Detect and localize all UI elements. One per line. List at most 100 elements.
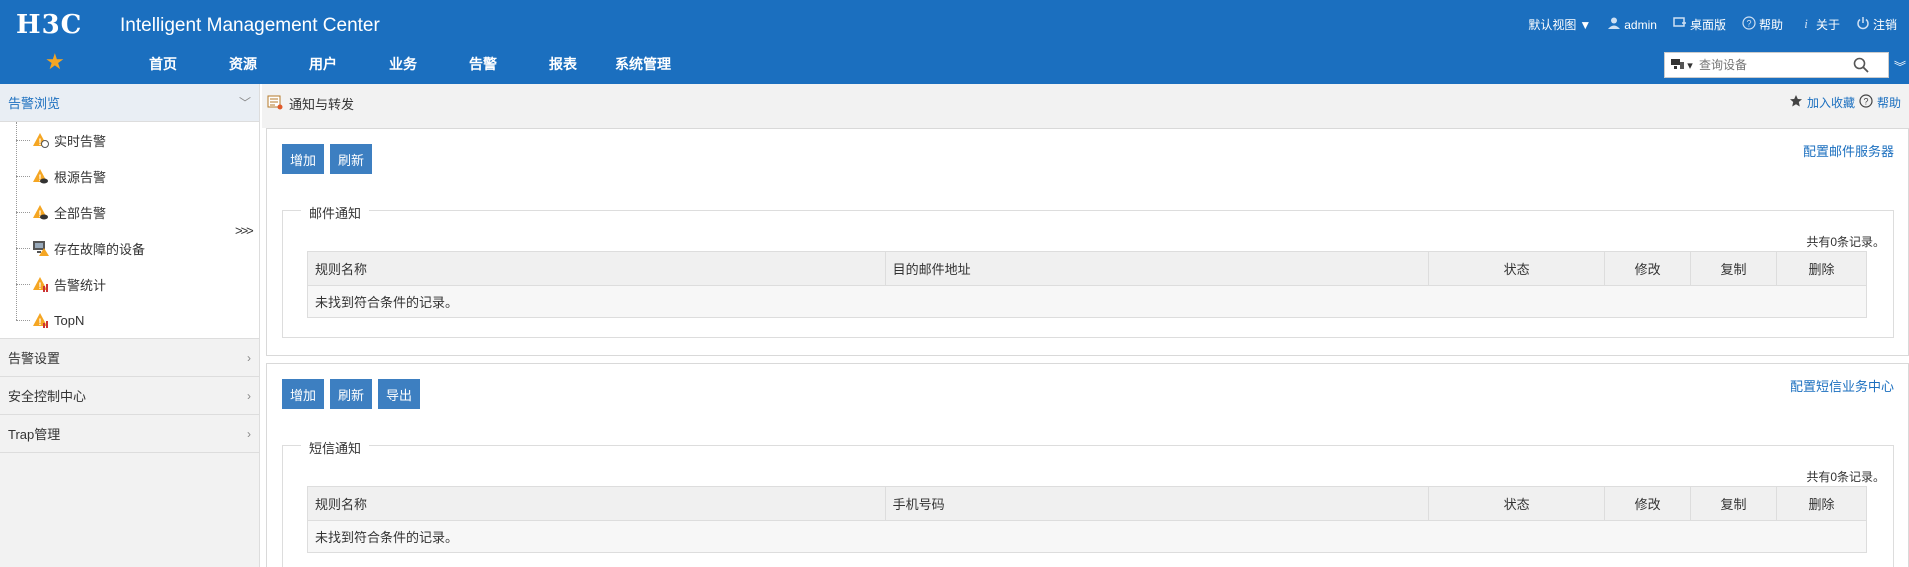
help-link[interactable]: ? 帮助 — [1742, 16, 1783, 33]
view-selector-label: 默认视图 — [1528, 18, 1577, 32]
about-link[interactable]: i 关于 — [1799, 16, 1840, 33]
device-search-input[interactable] — [1699, 54, 1849, 76]
search-icon[interactable] — [1849, 53, 1873, 77]
info-icon: i — [1799, 16, 1813, 33]
sidebar-item-alarm-stats[interactable]: ! 告警统计 — [0, 266, 259, 302]
power-icon — [1856, 16, 1870, 33]
alarm-stats-icon: ! — [32, 275, 50, 293]
record-count: 共有0条记录。 — [1806, 235, 1885, 249]
column-header[interactable]: 状态 — [1428, 486, 1606, 521]
nav-alarms[interactable]: 告警 — [443, 54, 523, 74]
nav-system[interactable]: 系统管理 — [603, 54, 683, 74]
sidebar-item-label: TopN — [54, 312, 85, 328]
sidebar-item-topn[interactable]: ! TopN — [0, 302, 259, 338]
table-row: 未找到符合条件的记录。 — [307, 520, 1867, 553]
desktop-icon — [1673, 16, 1687, 33]
sidebar-item-label: 告警统计 — [54, 277, 107, 293]
sidebar-item-root-alarm[interactable]: ! 根源告警 — [0, 158, 259, 194]
double-chevron-down-icon[interactable]: ︾ — [1894, 58, 1906, 75]
alarm-all-icon: ! — [32, 203, 50, 221]
brand-logo: H3C — [16, 10, 83, 40]
sidebar-section-alarm-browse[interactable]: 告警浏览 ﹀ — [0, 84, 259, 122]
table-header-row: 规则名称 手机号码 状态 修改 复制 删除 — [307, 486, 1867, 521]
add-favorite-link[interactable]: 加入收藏 — [1807, 94, 1855, 111]
breadcrumb: 通知与转发 加入收藏 ? 帮助 — [262, 84, 1909, 128]
view-selector[interactable]: 默认视图 ▼ — [1528, 16, 1591, 33]
configure-mail-server-link[interactable]: 配置邮件服务器 — [1803, 141, 1894, 160]
column-header: 删除 — [1776, 486, 1867, 521]
sidebar-tree: ! 实时告警 ! 根源告警 ! 全部告警 存在故障的设备 ! 告警统计 ! To… — [0, 122, 259, 339]
export-button[interactable]: 导出 — [378, 379, 421, 409]
column-header: 复制 — [1690, 486, 1777, 521]
alarm-topn-icon: ! — [32, 311, 50, 329]
add-favorite-icon — [1789, 94, 1803, 111]
nav-reports[interactable]: 报表 — [523, 54, 603, 74]
column-header: 删除 — [1776, 251, 1867, 286]
sidebar-section-trap-management[interactable]: Trap管理 › — [0, 415, 259, 453]
refresh-button[interactable]: 刷新 — [330, 379, 373, 409]
column-header[interactable]: 目的邮件地址 — [884, 251, 1430, 286]
sidebar-section-label: 告警浏览 — [8, 96, 61, 111]
add-button[interactable]: 增加 — [282, 144, 325, 174]
column-header[interactable]: 状态 — [1428, 251, 1606, 286]
chevron-right-icon: › — [247, 426, 251, 441]
about-label: 关于 — [1815, 18, 1840, 32]
nav-services[interactable]: 业务 — [363, 54, 443, 74]
sidebar-item-all-alarm[interactable]: ! 全部告警 — [0, 194, 259, 230]
sms-notification-group: 短信通知 共有0条记录。 规则名称 手机号码 状态 修改 复制 删除 未找到符合… — [282, 438, 1894, 567]
sidebar-item-label: 存在故障的设备 — [54, 241, 146, 257]
svg-text:!: ! — [39, 281, 42, 291]
page-title: 通知与转发 — [267, 94, 354, 113]
column-header[interactable]: 规则名称 — [307, 486, 886, 521]
sidebar-section-alarm-settings[interactable]: 告警设置 › — [0, 339, 259, 377]
sidebar: 告警浏览 ﹀ ! 实时告警 ! 根源告警 ! 全部告警 存在故障的设备 ! 告警… — [0, 84, 260, 567]
sidebar-item-realtime-alarm[interactable]: ! 实时告警 — [0, 122, 259, 158]
favorites-star-icon[interactable]: ★ — [45, 51, 67, 73]
svg-text:?: ? — [1863, 97, 1868, 107]
add-button[interactable]: 增加 — [282, 379, 325, 409]
user-name: admin — [1624, 17, 1657, 32]
email-notification-panel: 增加 刷新 配置邮件服务器 邮件通知 共有0条记录。 规则名称 目的邮件地址 状… — [266, 128, 1909, 356]
column-header[interactable]: 手机号码 — [884, 486, 1430, 521]
device-search: ▾ — [1664, 52, 1889, 78]
desktop-link[interactable]: 桌面版 — [1673, 16, 1726, 33]
alarm-realtime-icon: ! — [32, 131, 50, 149]
column-header: 修改 — [1604, 486, 1692, 521]
sidebar-section-security-center[interactable]: 安全控制中心 › — [0, 377, 259, 415]
nav-resources[interactable]: 资源 — [203, 54, 283, 74]
configure-sms-center-link[interactable]: 配置短信业务中心 — [1790, 376, 1894, 395]
device-type-dropdown[interactable]: ▾ — [1665, 58, 1699, 73]
empty-message: 未找到符合条件的记录。 — [307, 285, 1867, 318]
sidebar-collapse-handle[interactable]: >>> — [235, 223, 254, 238]
sidebar-section-label: Trap管理 — [8, 427, 61, 442]
svg-text:!: ! — [39, 317, 42, 327]
sidebar-section-label: 安全控制中心 — [8, 389, 87, 404]
logout-link[interactable]: 注销 — [1856, 16, 1897, 33]
chevron-down-icon: ﹀ — [238, 96, 251, 110]
breadcrumb-actions: 加入收藏 ? 帮助 — [1789, 94, 1901, 111]
nav-users[interactable]: 用户 — [283, 54, 363, 74]
sidebar-item-label: 全部告警 — [54, 205, 107, 221]
chevron-right-icon: › — [247, 388, 251, 403]
caret-down-icon: ▼ — [1579, 17, 1592, 32]
device-icon — [1671, 58, 1685, 73]
sidebar-section-label: 告警设置 — [8, 351, 61, 366]
help-link[interactable]: 帮助 — [1877, 94, 1901, 111]
table-row: 未找到符合条件的记录。 — [307, 285, 1867, 318]
help-icon: ? — [1859, 94, 1873, 111]
faulty-device-icon — [32, 239, 50, 257]
nav-home[interactable]: 首页 — [123, 54, 203, 74]
user-link[interactable]: admin — [1607, 16, 1657, 33]
header-links: 默认视图 ▼ admin 桌面版 ? 帮助 i 关于 注销 — [1528, 16, 1897, 33]
logout-label: 注销 — [1872, 18, 1897, 32]
column-header[interactable]: 规则名称 — [307, 251, 886, 286]
svg-text:i: i — [1804, 16, 1808, 30]
refresh-button[interactable]: 刷新 — [330, 144, 373, 174]
notification-forward-icon — [267, 94, 283, 113]
user-icon — [1607, 16, 1621, 33]
sidebar-item-faulty-device[interactable]: 存在故障的设备 — [0, 230, 259, 266]
desktop-label: 桌面版 — [1689, 18, 1726, 32]
email-rules-table: 规则名称 目的邮件地址 状态 修改 复制 删除 未找到符合条件的记录。 — [307, 251, 1867, 318]
sidebar-item-label: 根源告警 — [54, 169, 107, 185]
help-icon: ? — [1742, 16, 1756, 33]
